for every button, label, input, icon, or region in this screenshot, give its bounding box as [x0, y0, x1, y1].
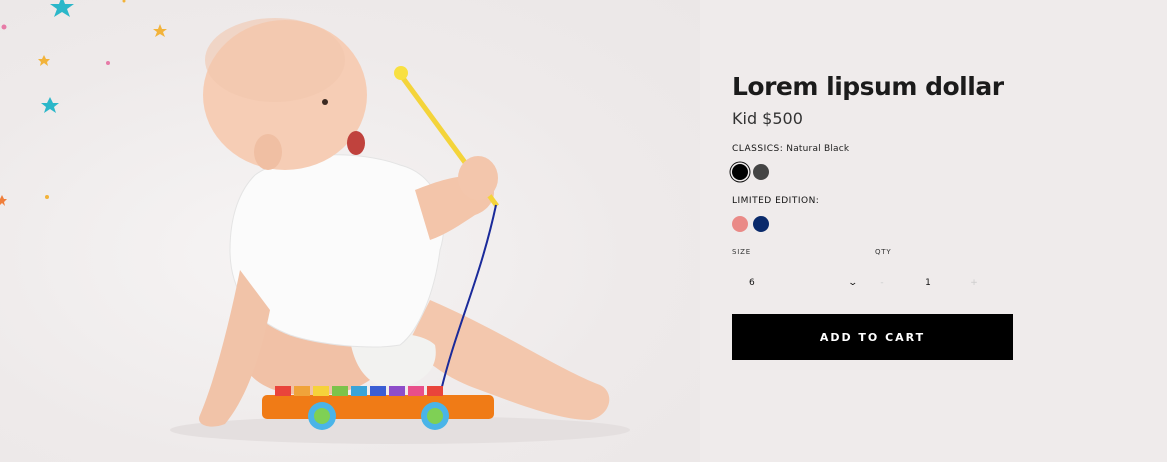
stars-decoration [0, 0, 167, 206]
classics-swatches [732, 164, 1032, 180]
classics-label: CLASSICS: Natural Black [732, 144, 1032, 154]
limited-edition-label: LIMITED EDITION: [732, 196, 820, 206]
product-title: Lorem lipsum dollar [732, 72, 1004, 101]
product-hero-image [0, 0, 700, 462]
size-qty-labels: SIZE QTY [732, 248, 1032, 256]
swatch-salmon[interactable] [732, 216, 748, 232]
classics-selected-value: Natural Black [786, 144, 850, 154]
qty-decrease-button[interactable]: - [875, 278, 889, 288]
qty-label: QTY [875, 248, 892, 256]
swatch-dark-grey[interactable] [753, 164, 769, 180]
swatch-navy[interactable] [753, 216, 769, 232]
product-details: Lorem lipsum dollar Kid $500 CLASSICS: Na… [732, 72, 1032, 360]
size-select[interactable]: 6 ⌄ [732, 278, 859, 288]
add-to-cart-button[interactable]: ADD TO CART [732, 314, 1013, 360]
classics-label-text: CLASSICS: [732, 144, 784, 154]
quantity-stepper: - 1 + [875, 278, 995, 288]
product-price: Kid $500 [732, 109, 803, 128]
qty-value[interactable]: 1 [889, 278, 967, 288]
size-label: SIZE [732, 248, 751, 256]
swatch-black[interactable] [732, 164, 748, 180]
baby-with-xylophone-image [0, 0, 630, 444]
qty-increase-button[interactable]: + [967, 278, 981, 288]
chevron-down-icon: ⌄ [847, 278, 859, 288]
size-qty-controls: 6 ⌄ - 1 + [732, 276, 1032, 290]
limited-edition-swatches [732, 216, 1032, 232]
size-value: 6 [749, 278, 755, 288]
